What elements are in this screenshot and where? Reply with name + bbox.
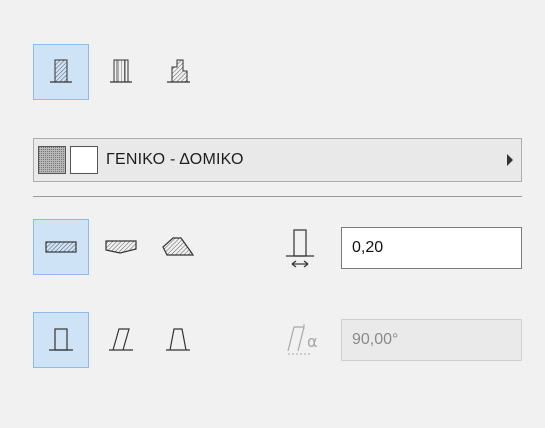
- geometry-slanted-icon: [109, 328, 133, 351]
- geometry-trapezoid-button[interactable]: [150, 312, 206, 368]
- slant-angle-input[interactable]: 90,00°: [341, 319, 522, 361]
- thickness-input[interactable]: 0,20: [341, 227, 522, 269]
- profile-polygon-button[interactable]: [150, 219, 206, 275]
- wall-thickness-icon: [286, 229, 314, 268]
- profile-trapezoid-button[interactable]: [93, 219, 149, 275]
- chevron-right-icon: [507, 154, 513, 166]
- profile-polygon-icon: [162, 237, 195, 256]
- background-swatch: [70, 146, 98, 174]
- structure-single-button[interactable]: [33, 44, 89, 100]
- wall-double-slab-icon: [110, 59, 132, 83]
- geometry-straight-icon: [49, 328, 73, 351]
- profile-rectangle-button[interactable]: [33, 219, 89, 275]
- geometry-trapezoid-icon: [166, 328, 190, 351]
- structure-stepped-button[interactable]: [150, 44, 206, 100]
- profile-trapezoid-icon: [105, 240, 137, 254]
- slant-angle-icon: α: [287, 324, 318, 355]
- wall-single-slab-icon: [50, 59, 72, 83]
- geometry-slanted-button[interactable]: [93, 312, 149, 368]
- geometry-straight-button[interactable]: [33, 312, 89, 368]
- divider: [33, 196, 522, 197]
- material-dropdown[interactable]: ΓΕΝΙΚΟ - ΔΟΜΙΚΟ: [33, 138, 522, 182]
- structure-double-button[interactable]: [93, 44, 149, 100]
- material-label: ΓΕΝΙΚΟ - ΔΟΜΙΚΟ: [106, 151, 244, 168]
- wall-stepped-slab-icon: [167, 59, 190, 83]
- wall-settings-panel: ΓΕΝΙΚΟ - ΔΟΜΙΚΟ 0,20 α 90,00°: [0, 0, 545, 428]
- fill-swatch: [38, 146, 66, 174]
- svg-text:α: α: [307, 332, 318, 351]
- profile-rectangle-icon: [45, 241, 77, 253]
